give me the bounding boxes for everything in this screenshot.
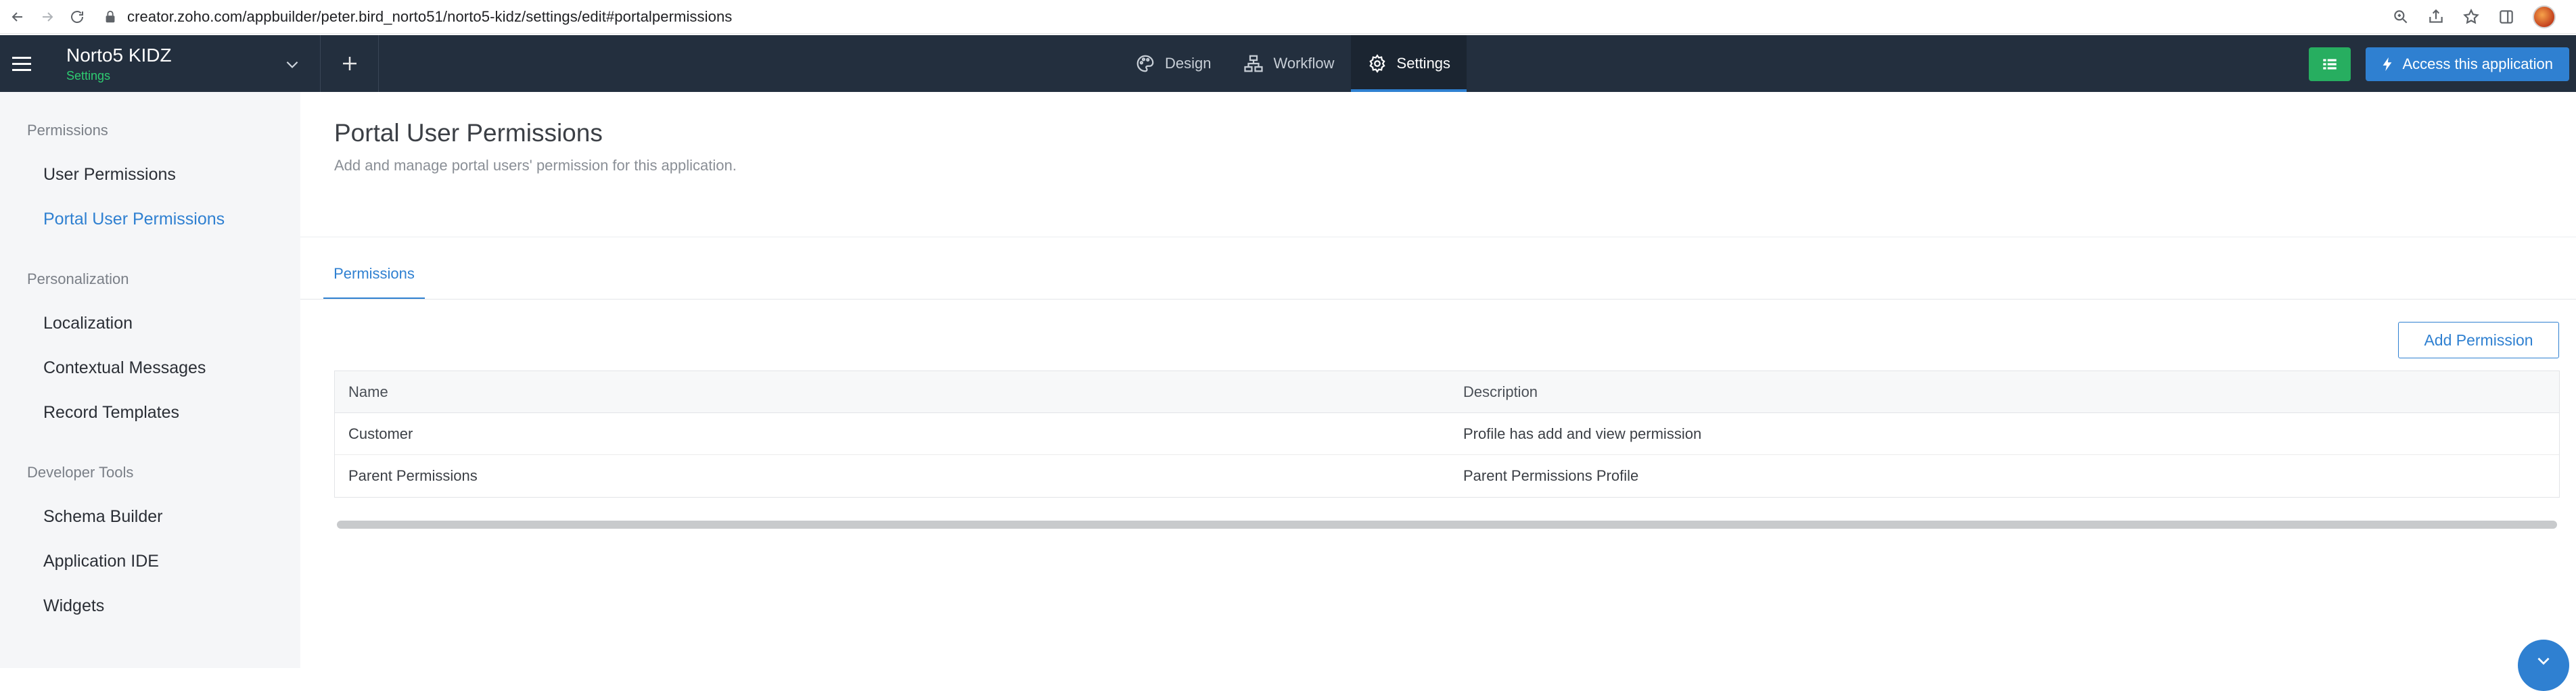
forward-arrow-icon[interactable] [32,2,62,32]
sidebar-item-record-templates[interactable]: Record Templates [43,403,179,423]
app-header: Norto5 KIDZ Settings Design Workflow Set… [0,35,2576,92]
cell-description: Profile has add and view permission [1463,425,1702,442]
back-arrow-icon[interactable] [3,2,32,32]
sidebar-item-localization[interactable]: Localization [43,314,133,333]
sidebar-item-portal-user-permissions[interactable]: Portal User Permissions [43,210,225,229]
tab-design[interactable]: Design [1119,35,1227,92]
permissions-table: Name Description Customer Profile has ad… [334,371,2560,498]
column-header-name[interactable]: Name [335,383,1456,401]
sidebar-group-permissions: Permissions [27,122,108,139]
sidebar-item-contextual-messages[interactable]: Contextual Messages [43,358,206,378]
add-icon[interactable] [321,35,379,92]
page-description: Add and manage portal users' permission … [334,157,737,174]
tab-workflow[interactable]: Workflow [1227,35,1350,92]
tab-settings[interactable]: Settings [1350,35,1467,92]
list-icon [2323,59,2337,70]
cell-description: Parent Permissions Profile [1463,467,1639,484]
tabs-divider [300,299,2576,300]
chevron-down-icon [2537,657,2550,665]
settings-sidebar: Permissions User Permissions Portal User… [0,92,300,668]
report-button[interactable] [2309,47,2351,81]
tab-settings-label: Settings [1396,55,1451,72]
access-button-label: Access this application [2402,55,2553,72]
column-header-description[interactable]: Description [1456,383,2559,401]
gear-icon [1368,54,1385,73]
app-subtitle: Settings [66,68,111,82]
bookmark-star-icon[interactable] [2462,8,2480,26]
add-permission-button[interactable]: Add Permission [2398,322,2559,358]
table-row[interactable]: Parent Permissions Parent Permissions Pr… [335,455,2559,497]
horizontal-scrollbar[interactable] [337,521,2557,529]
zoom-icon[interactable] [2392,8,2410,26]
app-switcher[interactable]: Norto5 KIDZ Settings [43,35,321,92]
access-application-button[interactable]: Access this application [2366,47,2569,81]
reload-icon[interactable] [62,2,92,32]
tab-permissions[interactable]: Permissions [323,249,425,299]
lightning-icon [2383,57,2392,72]
cell-name: Customer [348,425,413,442]
tab-design-label: Design [1165,55,1212,72]
address-bar[interactable]: creator.zoho.com/appbuilder/peter.bird_n… [103,3,2392,30]
share-icon[interactable] [2427,8,2445,26]
design-icon [1136,55,1154,72]
app-title: Norto5 KIDZ [66,44,172,66]
url-text: creator.zoho.com/appbuilder/peter.bird_n… [127,7,733,25]
profile-avatar[interactable] [2533,5,2556,28]
tab-workflow-label: Workflow [1273,55,1335,72]
sidebar-item-schema-builder[interactable]: Schema Builder [43,507,162,527]
sidebar-item-application-ide[interactable]: Application IDE [43,552,159,571]
browser-toolbar: creator.zoho.com/appbuilder/peter.bird_n… [0,0,2576,34]
table-row[interactable]: Customer Profile has add and view permis… [335,413,2559,455]
sidebar-group-personalization: Personalization [27,270,129,287]
workflow-icon [1244,55,1264,72]
page-title: Portal User Permissions [334,119,603,147]
sidebar-item-user-permissions[interactable]: User Permissions [43,165,176,185]
table-header: Name Description [335,371,2559,413]
floating-chevron-button[interactable] [2518,640,2569,691]
cell-name: Parent Permissions [348,467,478,484]
side-panel-icon[interactable] [2498,8,2515,26]
sidebar-item-widgets[interactable]: Widgets [43,596,104,616]
lock-icon [106,10,115,22]
chevron-down-icon[interactable] [283,55,301,73]
menu-icon[interactable] [0,35,43,92]
main-content: Portal User Permissions Add and manage p… [300,92,2576,668]
sidebar-group-developer-tools: Developer Tools [27,464,134,481]
